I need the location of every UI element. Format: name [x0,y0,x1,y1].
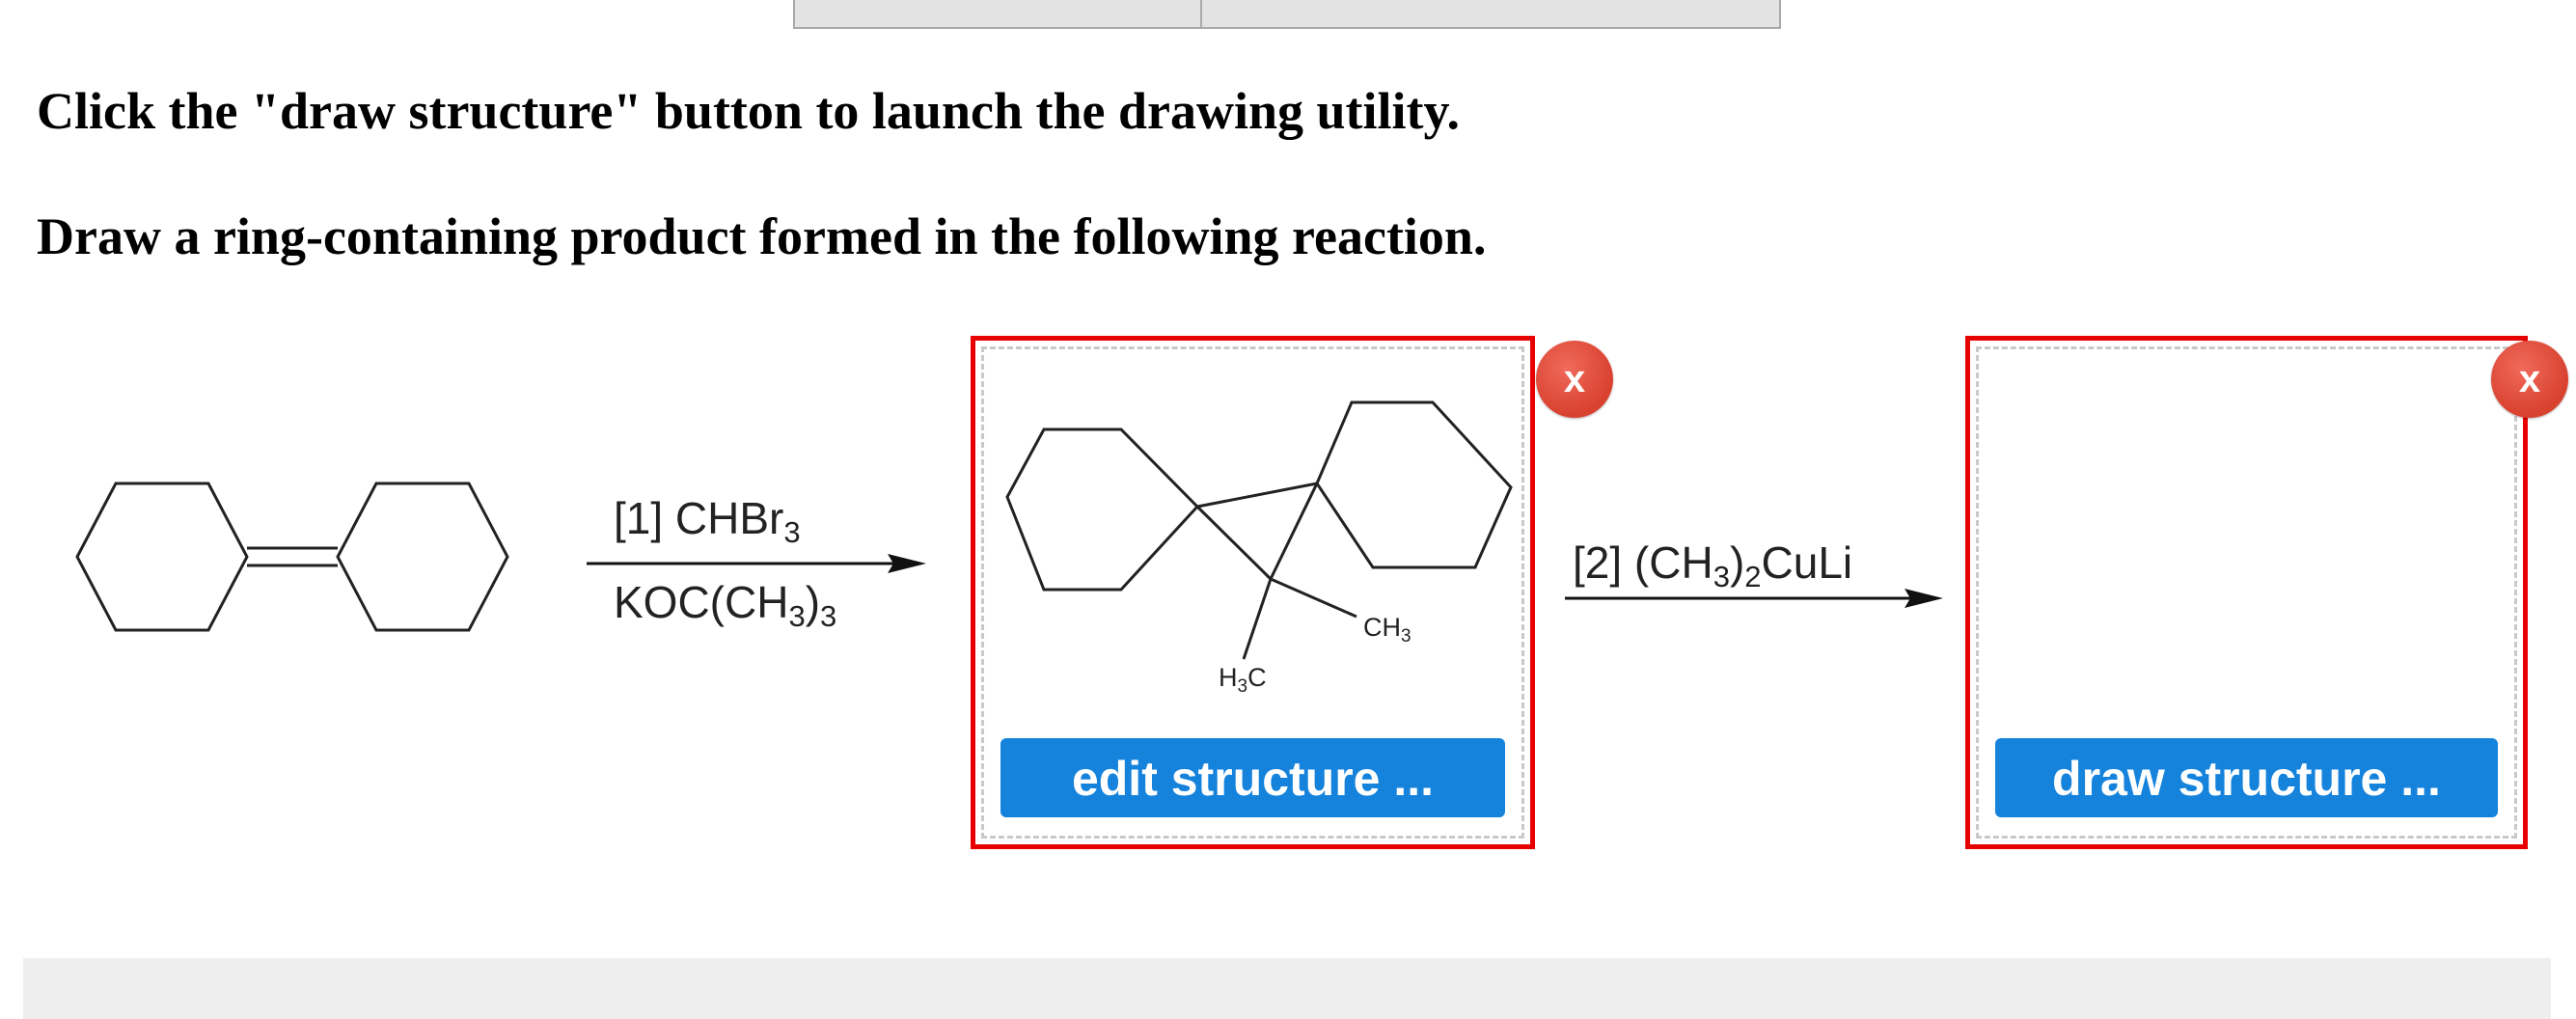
cyclopropane-bond-right [1269,482,1319,580]
instruction-launch-utility: Click the "draw structure" button to lau… [37,82,1461,140]
step1-reagent-bottom: KOC(CH3)3 [614,577,837,633]
edit-structure-button[interactable]: edit structure ... [1000,738,1505,817]
top-tab-strip [793,0,1781,29]
starting-material-bicyclohexylidene [75,482,509,632]
left-cyclohexane-ring [75,482,249,632]
step2-reagent: [2] (CH3)2CuLi [1573,537,1853,593]
top-tab-right[interactable] [1202,0,1779,27]
intermediate-right-cyclohexane-ring [1315,400,1513,569]
close-x-icon: x [2518,358,2541,400]
right-cyclohexane-ring [336,482,509,632]
draw-structure-button[interactable]: draw structure ... [1995,738,2498,817]
cyclopropane-bond-left [1195,505,1273,581]
step2-arrow [1565,589,1943,608]
cyclopropane-bond-top [1196,482,1318,509]
step1-arrow [587,554,926,573]
bottom-panel [23,958,2551,1019]
step1-reagent-top: [1] CHBr3 [614,493,801,549]
top-tab-left[interactable] [795,0,1202,27]
intermediate-close-button[interactable]: x [1536,341,1613,418]
product-structure-box[interactable]: draw structure ... [1965,336,2528,849]
methyl-bond-left [1242,578,1273,660]
product-close-button[interactable]: x [2491,341,2568,418]
close-x-icon: x [1563,358,1586,400]
intermediate-left-cyclohexane-ring [1005,427,1200,592]
intermediate-structure-box[interactable]: CH3 H3C edit structure ... [971,336,1535,849]
instruction-draw-product: Draw a ring-containing product formed in… [37,207,1487,265]
methyl-label-left: H3C [1219,663,1267,697]
methyl-bond-right [1270,577,1357,619]
methyl-label-right: CH3 [1363,613,1411,647]
